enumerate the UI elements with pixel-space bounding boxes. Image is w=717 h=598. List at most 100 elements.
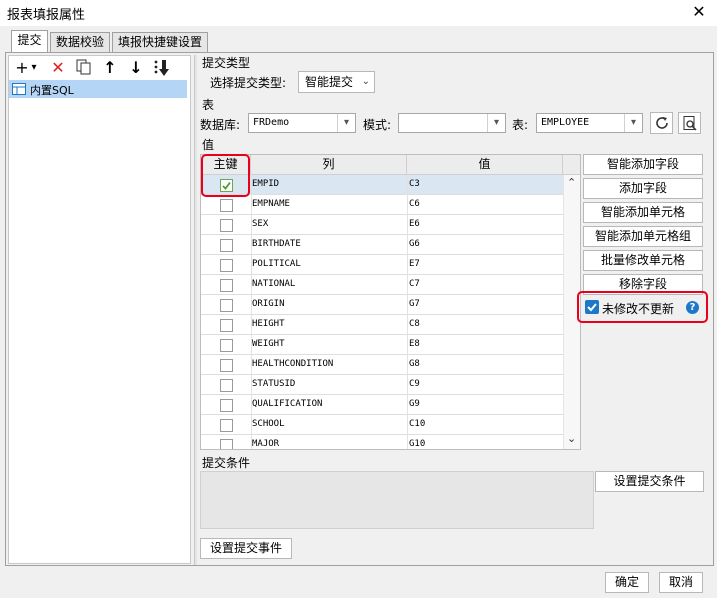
no-update-checkbox[interactable] (585, 300, 599, 314)
primary-key-checkbox[interactable] (220, 299, 233, 312)
column-name-cell[interactable]: BIRTHDATE (252, 239, 301, 249)
schema-select[interactable]: ▾ (398, 113, 506, 133)
database-select[interactable]: FRDemo ▾ (248, 113, 356, 133)
cell-value-cell[interactable]: G10 (409, 439, 425, 449)
cell-value-cell[interactable]: G7 (409, 299, 420, 309)
column-name-cell[interactable]: HEALTHCONDITION (252, 359, 333, 369)
primary-key-checkbox[interactable] (220, 379, 233, 392)
add-dropdown-icon[interactable]: ▾ (29, 58, 39, 78)
primary-key-checkbox[interactable] (220, 319, 233, 332)
copy-icon[interactable] (74, 58, 94, 78)
scroll-up-icon[interactable]: ⌃ (567, 176, 576, 189)
cell-value-cell[interactable]: C6 (409, 199, 420, 209)
delete-icon[interactable]: ✕ (48, 58, 68, 78)
preview-icon (683, 116, 697, 131)
column-name-cell[interactable]: EMPNAME (252, 199, 290, 209)
cell-value-cell[interactable]: C9 (409, 379, 420, 389)
batch-modify-cells-button[interactable]: 批量修改单元格 (583, 250, 703, 271)
cell-value-cell[interactable]: G9 (409, 399, 420, 409)
primary-key-checkbox[interactable] (220, 399, 233, 412)
submit-type-select[interactable]: 智能提交 ⌄ (298, 71, 375, 93)
table-row[interactable]: ORIGIN G7 (201, 295, 563, 315)
no-update-label[interactable]: 未修改不更新 (602, 300, 674, 317)
pane-splitter[interactable] (194, 55, 197, 565)
table-row[interactable]: EMPNAME C6 (201, 195, 563, 215)
preview-button[interactable] (678, 112, 701, 134)
table-row[interactable]: SCHOOL C10 (201, 415, 563, 435)
tree-item-builtin-sql[interactable]: 内置SQL (9, 80, 187, 98)
primary-key-checkbox[interactable] (220, 419, 233, 432)
refresh-icon (655, 117, 668, 129)
cell-value-cell[interactable]: E7 (409, 259, 420, 269)
cell-value-cell[interactable]: G8 (409, 359, 420, 369)
primary-key-highlight (201, 154, 250, 197)
tab-data-validation[interactable]: 数据校验 (50, 32, 110, 52)
submit-type-section-label: 提交类型 (202, 56, 251, 70)
column-name-cell[interactable]: HEIGHT (252, 319, 285, 329)
cell-value-cell[interactable]: C8 (409, 319, 420, 329)
primary-key-checkbox[interactable] (220, 339, 233, 352)
add-field-button[interactable]: 添加字段 (583, 178, 703, 199)
column-name-cell[interactable]: STATUSID (252, 379, 295, 389)
move-up-icon[interactable]: ↑ (100, 58, 120, 78)
column-name-cell[interactable]: NATIONAL (252, 279, 295, 289)
smart-add-cell-group-button[interactable]: 智能添加单元格组 (583, 226, 703, 247)
smart-add-cells-button[interactable]: 智能添加单元格 (583, 202, 703, 223)
cell-value-cell[interactable]: C7 (409, 279, 420, 289)
table-row[interactable]: HEALTHCONDITION G8 (201, 355, 563, 375)
sql-table-icon (12, 83, 26, 95)
set-submit-condition-button[interactable]: 设置提交条件 (595, 471, 704, 492)
table-section-label: 表 (202, 98, 215, 112)
table-row[interactable]: HEIGHT C8 (201, 315, 563, 335)
table-row[interactable]: QUALIFICATION G9 (201, 395, 563, 415)
table-select[interactable]: EMPLOYEE ▾ (536, 113, 643, 133)
cancel-button[interactable]: 取消 (659, 572, 703, 593)
cell-value-cell[interactable]: E8 (409, 339, 420, 349)
schema-label: 模式: (363, 118, 392, 132)
column-name-cell[interactable]: ORIGIN (252, 299, 285, 309)
move-down-icon[interactable]: ↓ (126, 58, 146, 78)
primary-key-checkbox[interactable] (220, 239, 233, 252)
table-row[interactable]: POLITICAL E7 (201, 255, 563, 275)
table-row[interactable]: WEIGHT E8 (201, 335, 563, 355)
cell-value-cell[interactable]: G6 (409, 239, 420, 249)
table-row[interactable]: MAJOR G10 (201, 435, 563, 449)
chevron-down-icon: ▾ (337, 114, 355, 132)
database-label: 数据库: (200, 118, 241, 132)
column-name-cell[interactable]: MAJOR (252, 439, 279, 449)
tab-shortcut-settings[interactable]: 填报快捷键设置 (112, 32, 208, 52)
ok-button[interactable]: 确定 (605, 572, 649, 593)
table-row[interactable]: NATIONAL C7 (201, 275, 563, 295)
primary-key-checkbox[interactable] (220, 439, 233, 449)
primary-key-checkbox[interactable] (220, 279, 233, 292)
column-name-cell[interactable]: SEX (252, 219, 268, 229)
cell-value-cell[interactable]: C3 (409, 179, 420, 189)
primary-key-checkbox[interactable] (220, 259, 233, 272)
smart-add-fields-button[interactable]: 智能添加字段 (583, 154, 703, 175)
sort-icon[interactable] (152, 58, 172, 78)
header-column[interactable]: 列 (251, 155, 407, 175)
cell-value-cell[interactable]: C10 (409, 419, 425, 429)
primary-key-checkbox[interactable] (220, 359, 233, 372)
column-name-cell[interactable]: SCHOOL (252, 419, 285, 429)
column-name-cell[interactable]: WEIGHT (252, 339, 285, 349)
header-value[interactable]: 值 (407, 155, 563, 175)
table-row[interactable]: SEX E6 (201, 215, 563, 235)
close-icon[interactable]: ✕ (688, 2, 710, 22)
tab-submit[interactable]: 提交 (11, 30, 48, 53)
table-row[interactable]: STATUSID C9 (201, 375, 563, 395)
column-name-cell[interactable]: POLITICAL (252, 259, 301, 269)
table-row[interactable]: EMPID C3 (201, 175, 563, 195)
refresh-button[interactable] (650, 112, 673, 134)
primary-key-checkbox[interactable] (220, 199, 233, 212)
help-icon[interactable]: ? (686, 301, 699, 314)
submit-type-label: 选择提交类型: (210, 76, 287, 90)
chevron-down-icon: ▾ (624, 114, 642, 132)
column-name-cell[interactable]: QUALIFICATION (252, 399, 322, 409)
column-name-cell[interactable]: EMPID (252, 179, 279, 189)
table-row[interactable]: BIRTHDATE G6 (201, 235, 563, 255)
scroll-down-icon[interactable]: ⌄ (567, 432, 576, 445)
cell-value-cell[interactable]: E6 (409, 219, 420, 229)
primary-key-checkbox[interactable] (220, 219, 233, 232)
set-submit-event-button[interactable]: 设置提交事件 (200, 538, 292, 559)
